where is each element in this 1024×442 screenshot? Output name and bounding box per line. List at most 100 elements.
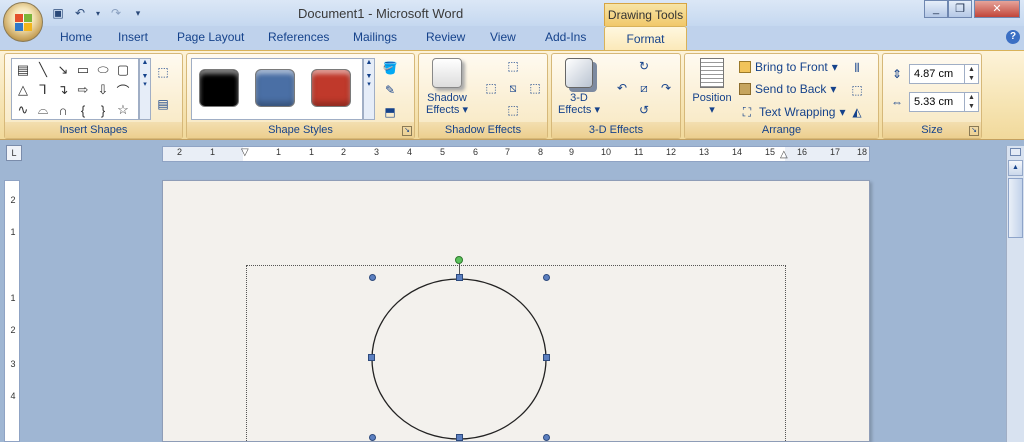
group-icon[interactable]: ⬚ <box>849 82 865 98</box>
scroll-up-button[interactable]: ▲ <box>1008 160 1023 176</box>
tab-format[interactable]: Format <box>604 26 687 52</box>
shape-outline-icon[interactable]: ✎ <box>382 82 398 98</box>
tab-references[interactable]: References <box>268 30 329 44</box>
elbow-arrow-connector-icon[interactable]: ↴ <box>53 80 73 100</box>
save-icon[interactable]: ▣ <box>50 5 66 21</box>
tab-review[interactable]: Review <box>426 30 465 44</box>
down-arrow-icon[interactable]: ⇩ <box>93 80 113 100</box>
line-icon[interactable]: ╲ <box>33 60 53 80</box>
three-d-effects-button[interactable]: 3-D Effects ▾ <box>556 58 602 116</box>
nudge-shadow-up-icon[interactable]: ⬚ <box>505 58 521 74</box>
ruler-bar: L 2 1 1 1 2 3 4 5 6 7 8 9 10 11 12 13 14… <box>0 140 1024 166</box>
oval-shape[interactable] <box>371 278 547 440</box>
customize-qat-icon[interactable]: ▾ <box>130 5 146 21</box>
rotate-icon[interactable]: ◭ <box>849 104 865 120</box>
tab-add-ins[interactable]: Add-Ins <box>545 30 586 44</box>
tilt-right-icon[interactable]: ↷ <box>658 80 674 96</box>
vertical-scrollbar[interactable]: ▲ <box>1006 146 1024 442</box>
tab-insert[interactable]: Insert <box>118 30 148 44</box>
shadow-on-off-icon[interactable]: ⧅ <box>505 80 521 96</box>
indent-marker-left[interactable]: ▽ <box>241 147 249 158</box>
corner-handle[interactable] <box>369 274 376 281</box>
corner-handle[interactable] <box>543 274 550 281</box>
shadow-effects-button[interactable]: Shadow Effects ▾ <box>423 58 471 116</box>
arc-icon[interactable]: ∩ <box>53 100 73 120</box>
freeform-icon[interactable]: ⌒ <box>113 80 133 100</box>
triangle-icon[interactable]: △ <box>13 80 33 100</box>
window-title: Document1 - Microsoft Word <box>298 6 464 21</box>
change-shape-icon[interactable]: ⬒ <box>382 104 398 120</box>
side-handle[interactable] <box>456 274 463 281</box>
shape-style-swatch[interactable] <box>311 69 351 107</box>
left-brace-icon[interactable]: { <box>73 100 93 120</box>
tab-home[interactable]: Home <box>60 30 92 44</box>
nudge-shadow-left-icon[interactable]: ⬚ <box>483 80 499 96</box>
shape-style-swatch[interactable] <box>199 69 239 107</box>
tab-mailings[interactable]: Mailings <box>353 30 397 44</box>
document-page[interactable] <box>162 180 870 442</box>
circle-shape[interactable] <box>371 277 547 441</box>
tilt-left-icon[interactable]: ↶ <box>614 80 630 96</box>
shape-fill-icon[interactable]: 🪣 <box>382 60 398 76</box>
shape-style-swatch[interactable] <box>255 69 295 107</box>
height-spinner[interactable]: ▲ ▼ <box>964 65 978 83</box>
shadow-effects-label: Shadow Effects <box>419 122 547 138</box>
three-d-on-off-icon[interactable]: ⧄ <box>636 80 652 96</box>
side-handle[interactable] <box>456 434 463 441</box>
curve-icon[interactable]: ⌓ <box>33 100 53 120</box>
tab-selector[interactable]: L <box>6 145 22 161</box>
help-icon[interactable]: ? <box>1006 30 1020 44</box>
close-button[interactable]: ✕ <box>974 0 1020 18</box>
dialog-launcher-icon[interactable]: ↘ <box>402 126 412 136</box>
corner-handle[interactable] <box>543 434 550 441</box>
dialog-launcher-icon[interactable]: ↘ <box>969 126 979 136</box>
shape-width-input[interactable]: 5.33 cm ▲ ▼ <box>909 92 979 112</box>
rectangle-icon[interactable]: ▭ <box>73 60 93 80</box>
width-spinner[interactable]: ▲ ▼ <box>964 93 978 111</box>
text-wrapping-button[interactable]: ⛶ Text Wrapping ▾ <box>739 104 846 120</box>
star-icon[interactable]: ☆ <box>113 100 133 120</box>
undo-dropdown-icon[interactable]: ▾ <box>94 5 102 21</box>
tab-page-layout[interactable]: Page Layout <box>177 30 244 44</box>
position-button[interactable]: Position ▾ <box>689 58 735 116</box>
horizontal-ruler[interactable]: 2 1 1 1 2 3 4 5 6 7 8 9 10 11 12 13 14 1… <box>162 146 870 162</box>
right-arrow-icon[interactable]: ⇨ <box>73 80 93 100</box>
shapes-gallery[interactable]: ▤ ╲ ↘ ▭ ⬭ ▢ △ ⅂ ↴ ⇨ ⇩ ⌒ ∿ ⌓ ∩ { } ☆ <box>11 58 139 120</box>
oval-icon[interactable]: ⬭ <box>93 60 113 80</box>
redo-icon[interactable]: ↷ <box>108 5 124 21</box>
draw-text-box-icon[interactable]: ▤ <box>155 96 171 112</box>
right-brace-icon[interactable]: } <box>93 100 113 120</box>
split-view-handle[interactable] <box>1010 148 1021 156</box>
tilt-down-icon[interactable]: ↺ <box>636 102 652 118</box>
vertical-ruler[interactable]: 2 1 1 2 3 4 <box>4 180 20 442</box>
shape-height-input[interactable]: 4.87 cm ▲ ▼ <box>909 64 979 84</box>
office-button[interactable] <box>3 2 43 42</box>
insert-shapes-label: Insert Shapes <box>5 122 182 138</box>
shapes-gallery-scroll[interactable]: ▲ ▼ ▾ <box>139 58 151 120</box>
curved-connector-icon[interactable]: ∿ <box>13 100 33 120</box>
ribbon: ▤ ╲ ↘ ▭ ⬭ ▢ △ ⅂ ↴ ⇨ ⇩ ⌒ ∿ ⌓ ∩ { } ☆ ▲ ▼ ▾ … <box>0 50 1024 140</box>
tilt-up-icon[interactable]: ↻ <box>636 58 652 74</box>
elbow-connector-icon[interactable]: ⅂ <box>33 80 53 100</box>
size-label: Size <box>883 122 981 138</box>
minimize-button[interactable]: _ <box>924 0 948 18</box>
shape-styles-group: ▲ ▼ ▾ 🪣 ✎ ⬒ Shape Styles ↘ <box>186 53 415 139</box>
align-icon[interactable]: ⫴ <box>849 60 865 76</box>
arrow-line-icon[interactable]: ↘ <box>53 60 73 80</box>
tab-view[interactable]: View <box>490 30 516 44</box>
side-handle[interactable] <box>543 354 550 361</box>
side-handle[interactable] <box>368 354 375 361</box>
text-box-icon[interactable]: ▤ <box>13 60 33 80</box>
undo-icon[interactable]: ↶ <box>72 5 88 21</box>
restore-button[interactable]: ❐ <box>948 0 972 18</box>
corner-handle[interactable] <box>369 434 376 441</box>
nudge-shadow-down-icon[interactable]: ⬚ <box>505 102 521 118</box>
send-to-back-button[interactable]: Send to Back ▾ <box>739 82 836 96</box>
scroll-thumb[interactable] <box>1008 178 1023 238</box>
indent-marker-right[interactable]: △ <box>780 149 788 160</box>
bring-to-front-button[interactable]: Bring to Front ▾ <box>739 60 838 74</box>
rounded-rectangle-icon[interactable]: ▢ <box>113 60 133 80</box>
nudge-shadow-right-icon[interactable]: ⬚ <box>527 80 543 96</box>
edit-shape-icon[interactable]: ⬚ <box>155 64 171 80</box>
shape-styles-scroll[interactable]: ▲ ▼ ▾ <box>363 58 375 120</box>
